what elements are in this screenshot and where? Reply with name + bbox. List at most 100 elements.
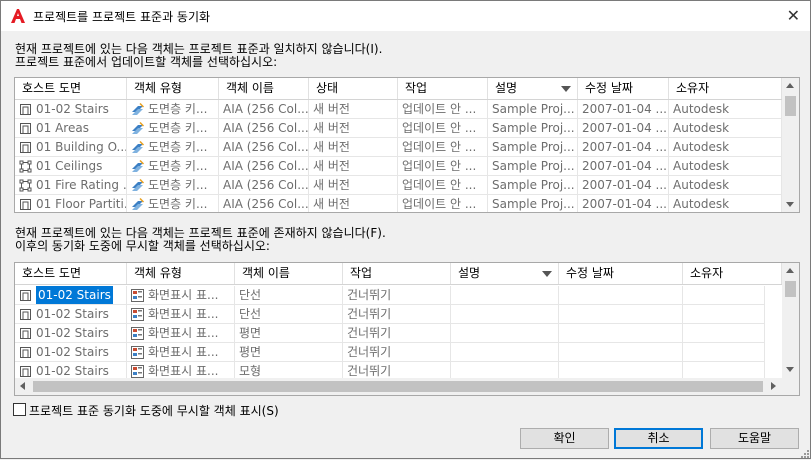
owner-cell[interactable]: Autodesk xyxy=(669,100,782,119)
column-header-7[interactable]: 소유자 xyxy=(669,78,782,99)
column-header-4[interactable]: 작업 xyxy=(398,78,488,99)
object-type-cell[interactable]: 화면표시 표... xyxy=(127,343,235,362)
description-cell[interactable]: Sample Proj... xyxy=(488,176,578,195)
horizontal-scrollbar[interactable] xyxy=(15,378,799,395)
object-type-cell[interactable]: 도면층 키... xyxy=(127,119,219,138)
host-drawing-cell[interactable]: 01-02 Stairs xyxy=(15,286,127,305)
description-cell[interactable]: Sample Proj... xyxy=(488,119,578,138)
host-drawing-cell[interactable]: 01-02 Stairs xyxy=(15,324,127,343)
object-name-cell[interactable]: 평면 xyxy=(235,324,343,343)
host-drawing-cell[interactable]: 01-02 Stairs xyxy=(15,343,127,362)
sort-descending-icon[interactable] xyxy=(561,86,571,92)
table-row[interactable]: 01-02 Stairs 화면표시 표... 단선 건너뛰기 xyxy=(15,286,765,305)
owner-cell[interactable]: Autodesk xyxy=(669,157,782,176)
column-header-3[interactable]: 상태 xyxy=(309,78,398,99)
scroll-down-icon[interactable] xyxy=(786,367,794,372)
column-header-3[interactable]: 작업 xyxy=(343,263,451,284)
table-row[interactable]: 01-02 Stairs 화면표시 표... 평면 건너뛰기 xyxy=(15,324,765,343)
host-drawing-cell[interactable]: 01-02 Stairs xyxy=(15,100,127,119)
host-drawing-cell[interactable]: 01 Floor Partiti... xyxy=(15,195,127,212)
status-cell[interactable]: 새 버전 xyxy=(309,195,398,212)
missing-objects-list[interactable]: 호스트 도면 객체 유형 객체 이름 작업 설명 수정 날짜 소유자 01-02 Stair… xyxy=(14,262,800,396)
description-cell[interactable]: Sample Proj... xyxy=(488,100,578,119)
object-name-cell[interactable]: AIA (256 Col... xyxy=(219,157,309,176)
object-name-cell[interactable]: 평면 xyxy=(235,343,343,362)
object-type-cell[interactable]: 도면층 키... xyxy=(127,157,219,176)
owner-cell[interactable]: Autodesk xyxy=(669,138,782,157)
table-row[interactable]: 01-02 Stairs 화면표시 표... 평면 건너뛰기 xyxy=(15,343,765,362)
object-type-cell[interactable]: 화면표시 표... xyxy=(127,324,235,343)
modified-date-cell[interactable]: 2007-01-04 ... xyxy=(578,119,669,138)
modified-date-cell[interactable] xyxy=(559,343,683,362)
object-name-cell[interactable]: AIA (256 Col... xyxy=(219,195,309,212)
modified-date-cell[interactable]: 2007-01-04 ... xyxy=(578,195,669,212)
object-name-cell[interactable]: 단선 xyxy=(235,305,343,324)
table-row[interactable]: 01 Ceilings 도면층 키... AIA (256 Col... 새 버전 업데… xyxy=(15,157,782,176)
scroll-down-icon[interactable] xyxy=(786,202,794,207)
description-cell[interactable] xyxy=(451,305,559,324)
description-cell[interactable] xyxy=(451,324,559,343)
table-row[interactable]: 01 Fire Rating ... 도면층 키... AIA (256 Col..… xyxy=(15,176,782,195)
owner-cell[interactable] xyxy=(683,286,765,305)
action-cell[interactable]: 건너뛰기 xyxy=(343,305,451,324)
help-button[interactable]: 도움말 xyxy=(710,428,799,449)
host-drawing-cell[interactable]: 01 Building O... xyxy=(15,138,127,157)
status-cell[interactable]: 새 버전 xyxy=(309,100,398,119)
column-header-0[interactable]: 호스트 도면 xyxy=(15,78,127,99)
object-type-cell[interactable]: 화면표시 표... xyxy=(127,286,235,305)
object-type-cell[interactable]: 도면층 키... xyxy=(127,138,219,157)
column-header-5[interactable]: 수정 날짜 xyxy=(559,263,683,284)
object-name-cell[interactable]: AIA (256 Col... xyxy=(219,176,309,195)
column-header-6[interactable]: 소유자 xyxy=(683,263,782,284)
vertical-scrollbar[interactable] xyxy=(782,78,799,212)
column-header-4[interactable]: 설명 xyxy=(451,263,559,284)
action-cell[interactable]: 건너뛰기 xyxy=(343,286,451,305)
scroll-thumb[interactable] xyxy=(33,381,763,392)
resize-grip-icon[interactable] xyxy=(799,448,809,458)
description-cell[interactable] xyxy=(451,343,559,362)
status-cell[interactable]: 새 버전 xyxy=(309,119,398,138)
description-cell[interactable]: Sample Proj... xyxy=(488,195,578,212)
nonstandard-objects-list[interactable]: 호스트 도면 객체 유형 객체 이름 상태 작업 설명 수정 날짜 소유자 01-02 Sta… xyxy=(14,77,800,213)
action-cell[interactable]: 업데이트 안 ... xyxy=(398,100,488,119)
modified-date-cell[interactable]: 2007-01-04 ... xyxy=(578,157,669,176)
column-header-5[interactable]: 설명 xyxy=(488,78,578,99)
scroll-up-icon[interactable] xyxy=(786,83,794,88)
close-icon[interactable]: ✕ xyxy=(787,6,800,25)
object-type-cell[interactable]: 도면층 키... xyxy=(127,100,219,119)
status-cell[interactable]: 새 버전 xyxy=(309,138,398,157)
scroll-thumb[interactable] xyxy=(785,96,796,116)
modified-date-cell[interactable]: 2007-01-04 ... xyxy=(578,138,669,157)
modified-date-cell[interactable] xyxy=(559,286,683,305)
owner-cell[interactable] xyxy=(683,305,765,324)
column-header-0[interactable]: 호스트 도면 xyxy=(15,263,127,284)
show-ignored-checkbox[interactable] xyxy=(13,403,26,416)
column-header-2[interactable]: 객체 이름 xyxy=(219,78,309,99)
table-row[interactable]: 01 Areas 도면층 키... AIA (256 Col... 새 버전 업데이트 … xyxy=(15,119,782,138)
column-header-2[interactable]: 객체 이름 xyxy=(235,263,343,284)
action-cell[interactable]: 업데이트 안 ... xyxy=(398,157,488,176)
action-cell[interactable]: 업데이트 안 ... xyxy=(398,195,488,212)
table-row[interactable]: 01-02 Stairs 도면층 키... AIA (256 Col... 새 버전 업… xyxy=(15,100,782,119)
scroll-right-icon[interactable] xyxy=(771,382,776,390)
scroll-thumb[interactable] xyxy=(785,281,796,297)
host-drawing-cell[interactable]: 01 Ceilings xyxy=(15,157,127,176)
column-header-1[interactable]: 객체 유형 xyxy=(127,263,235,284)
object-name-cell[interactable]: AIA (256 Col... xyxy=(219,138,309,157)
table-row[interactable]: 01-02 Stairs 화면표시 표... 단선 건너뛰기 xyxy=(15,305,765,324)
host-drawing-cell[interactable]: 01 Fire Rating ... xyxy=(15,176,127,195)
description-cell[interactable]: Sample Proj... xyxy=(488,138,578,157)
column-header-6[interactable]: 수정 날짜 xyxy=(578,78,669,99)
description-cell[interactable] xyxy=(451,286,559,305)
action-cell[interactable]: 업데이트 안 ... xyxy=(398,176,488,195)
modified-date-cell[interactable]: 2007-01-04 ... xyxy=(578,176,669,195)
modified-date-cell[interactable] xyxy=(559,305,683,324)
object-type-cell[interactable]: 화면표시 표... xyxy=(127,305,235,324)
action-cell[interactable]: 건너뛰기 xyxy=(343,343,451,362)
table-row[interactable]: 01 Floor Partiti... 도면층 키... AIA (256 Col.… xyxy=(15,195,782,212)
status-cell[interactable]: 새 버전 xyxy=(309,176,398,195)
action-cell[interactable]: 업데이트 안 ... xyxy=(398,119,488,138)
modified-date-cell[interactable]: 2007-01-04 ... xyxy=(578,100,669,119)
owner-cell[interactable] xyxy=(683,343,765,362)
scroll-left-icon[interactable] xyxy=(20,382,25,390)
